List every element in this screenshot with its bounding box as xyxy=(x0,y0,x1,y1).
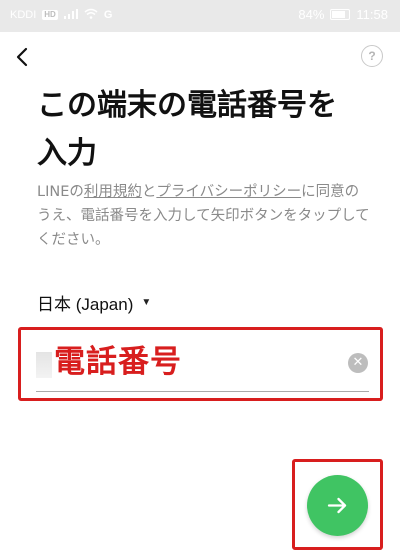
page-title-line2: 入力 xyxy=(37,136,97,171)
signal-icon xyxy=(63,8,78,22)
country-select[interactable]: 日本 (Japan) ▼ xyxy=(37,290,151,315)
status-bar: KDDI HD G 84% 11:58 xyxy=(0,0,400,32)
back-arrow-icon xyxy=(16,47,28,67)
terms-of-use-link[interactable]: 利用規約 xyxy=(84,184,142,200)
network-type-label: G xyxy=(103,9,113,21)
back-button[interactable] xyxy=(10,42,38,72)
country-label: 日本 (Japan) xyxy=(37,295,134,314)
blurred-prefix xyxy=(36,352,52,378)
terms-prefix: LINEの xyxy=(37,184,84,200)
clear-button[interactable]: ✕ xyxy=(348,353,368,373)
caret-down-icon: ▼ xyxy=(141,297,152,308)
wifi-icon xyxy=(84,8,98,22)
status-left: KDDI HD G xyxy=(10,8,112,22)
battery-percent: 84% xyxy=(298,7,325,22)
hd-badge: HD xyxy=(42,10,58,20)
terms-and: と xyxy=(141,184,157,200)
battery-icon xyxy=(330,9,351,20)
arrow-right-icon xyxy=(327,497,347,514)
status-right: 84% 11:58 xyxy=(298,7,388,22)
page-title-line1: この端末の電話番号を xyxy=(37,88,337,123)
clear-icon: ✕ xyxy=(352,355,364,370)
next-button[interactable] xyxy=(307,475,368,536)
privacy-policy-link[interactable]: プライバシーポリシー xyxy=(156,184,301,200)
help-icon: ? xyxy=(368,49,376,63)
phone-number-value: 電話番号 xyxy=(54,344,182,380)
clock: 11:58 xyxy=(356,7,388,22)
page-title: この端末の電話番号を 入力 xyxy=(37,82,377,178)
terms-notice: LINEの利用規約とプライバシーポリシーに同意のうえ、電話番号を入力して矢印ボタ… xyxy=(37,180,372,252)
carrier-label: KDDI xyxy=(10,9,37,21)
phone-number-input[interactable]: 電話番号 ✕ xyxy=(36,338,369,392)
help-button[interactable]: ? xyxy=(361,45,383,67)
